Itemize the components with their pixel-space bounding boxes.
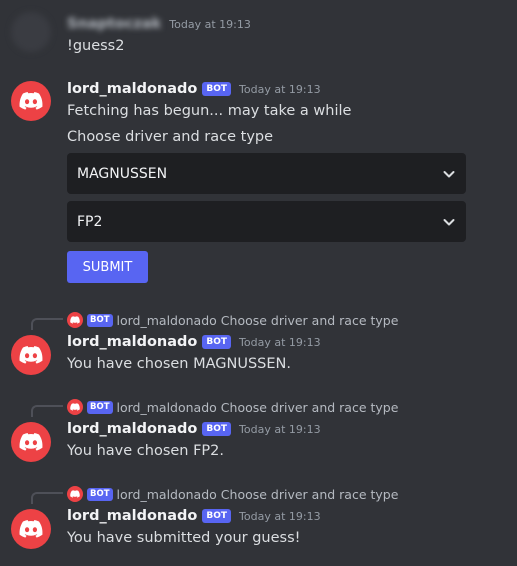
message-header: lord_maldonado BOT Today at 19:13 <box>67 421 321 437</box>
timestamp: Today at 19:13 <box>239 335 321 349</box>
message-header: lord_maldonado BOT Today at 19:13 <box>67 334 321 350</box>
select-value: MAGNUSSEN <box>77 165 168 182</box>
select-value: FP2 <box>77 213 103 230</box>
username[interactable]: lord_maldonado <box>67 421 197 437</box>
message-header: lord_maldonado BOT Today at 19:13 <box>67 508 321 524</box>
reply-username[interactable]: lord_maldonado <box>117 487 217 502</box>
message-text: !guess2 <box>67 38 125 54</box>
discord-logo-icon <box>67 399 83 415</box>
timestamp: Today at 19:13 <box>239 422 321 436</box>
avatar[interactable] <box>11 509 51 549</box>
avatar[interactable] <box>11 12 51 52</box>
bot-badge: BOT <box>87 400 113 414</box>
reply-spine <box>31 318 63 330</box>
username[interactable]: lord_maldonado <box>67 81 197 97</box>
reply-preview[interactable]: BOT lord_maldonado Choose driver and rac… <box>67 486 398 502</box>
message-text: You have submitted your guess! <box>67 530 301 546</box>
chevron-down-icon <box>442 215 456 229</box>
bot-badge: BOT <box>87 313 113 327</box>
reply-text: Choose driver and race type <box>220 312 399 328</box>
reply-spine <box>31 405 63 417</box>
bot-badge: BOT <box>202 422 232 436</box>
reply-spine <box>31 492 63 504</box>
reply-preview[interactable]: BOT lord_maldonado Choose driver and rac… <box>67 399 398 415</box>
reply-text: Choose driver and race type <box>220 399 399 415</box>
discord-logo-icon <box>19 520 43 538</box>
timestamp: Today at 19:13 <box>239 82 321 96</box>
chevron-down-icon <box>442 167 456 181</box>
message-text-line: Fetching has begun... may take a while <box>67 103 352 119</box>
timestamp: Today at 19:13 <box>239 509 321 523</box>
bot-badge: BOT <box>202 82 232 96</box>
bot-badge: BOT <box>202 509 232 523</box>
message-text-line: Choose driver and race type <box>67 129 274 145</box>
reply-username[interactable]: lord_maldonado <box>117 313 217 328</box>
discord-logo-icon <box>19 92 43 110</box>
reply-username[interactable]: lord_maldonado <box>117 400 217 415</box>
avatar[interactable] <box>11 422 51 462</box>
driver-select[interactable]: MAGNUSSEN <box>67 153 466 194</box>
timestamp: Today at 19:13 <box>169 17 251 31</box>
discord-logo-icon <box>67 312 83 328</box>
submit-button[interactable]: SUBMIT <box>67 251 148 283</box>
discord-logo-icon <box>67 486 83 502</box>
reply-text: Choose driver and race type <box>220 486 399 502</box>
reply-preview[interactable]: BOT lord_maldonado Choose driver and rac… <box>67 312 398 328</box>
username[interactable]: lord_maldonado <box>67 334 197 350</box>
message-text: You have chosen MAGNUSSEN. <box>67 356 291 372</box>
bot-badge: BOT <box>87 487 113 501</box>
message-header: lord_maldonado BOT Today at 19:13 <box>67 81 321 97</box>
message-text: You have chosen FP2. <box>67 443 225 459</box>
discord-logo-icon <box>19 433 43 451</box>
race-type-select[interactable]: FP2 <box>67 201 466 242</box>
avatar[interactable] <box>11 335 51 375</box>
bot-badge: BOT <box>202 335 232 349</box>
discord-logo-icon <box>19 346 43 364</box>
username[interactable]: lord_maldonado <box>67 508 197 524</box>
message-header: Snaptoczak Today at 19:13 <box>67 16 251 32</box>
username[interactable]: Snaptoczak <box>67 16 161 32</box>
avatar[interactable] <box>11 81 51 121</box>
